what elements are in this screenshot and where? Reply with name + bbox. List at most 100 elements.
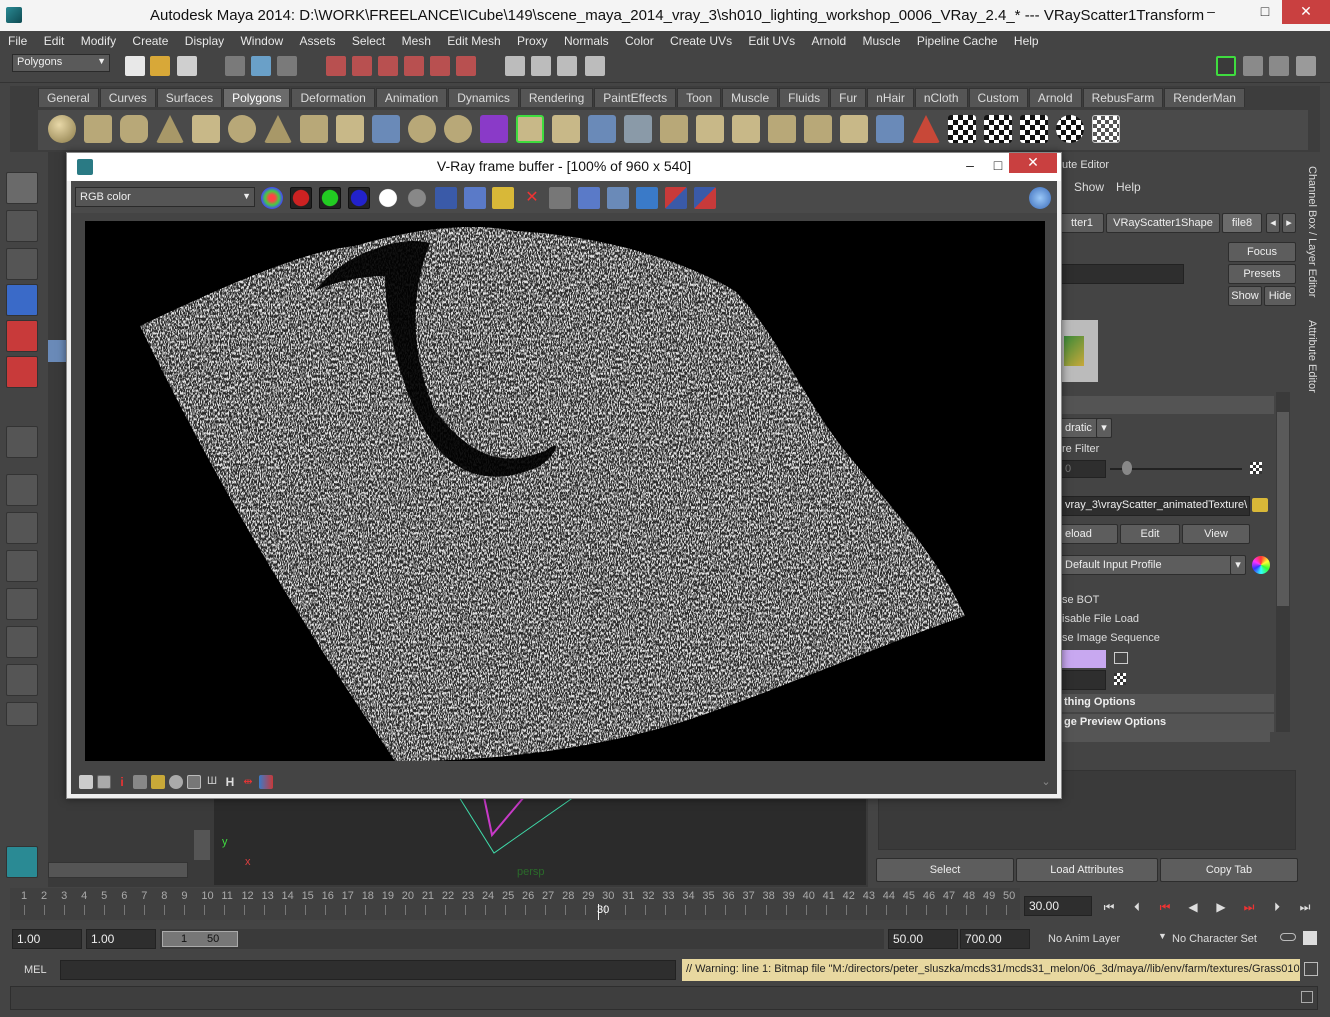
shelf-tab-curves[interactable]: Curves [99, 88, 156, 107]
track-mouse-icon[interactable] [549, 187, 571, 209]
channel-select[interactable]: RGB color ▼ [75, 187, 255, 207]
shelf-tab-fluids[interactable]: Fluids [779, 88, 830, 107]
expand-panel-icon[interactable]: ⌄ [1039, 775, 1053, 789]
color-management-icon[interactable] [1252, 556, 1270, 574]
checker-uv-icon[interactable] [948, 115, 976, 143]
poke-icon[interactable] [804, 115, 832, 143]
select-hierarchy-icon[interactable] [225, 56, 245, 76]
color-swatch[interactable] [1060, 650, 1106, 668]
menu-pipeline-cache[interactable]: Pipeline Cache [909, 31, 1003, 48]
filter-slider-handle[interactable] [1122, 461, 1132, 475]
vfb-close-button[interactable]: ✕ [1009, 153, 1057, 173]
menu-proxy[interactable]: Proxy [509, 31, 553, 48]
new-scene-icon[interactable] [125, 56, 145, 76]
layout-options-icon[interactable] [6, 702, 38, 726]
current-time-field[interactable]: 30.00 [1024, 896, 1092, 916]
shelf-tab-toon[interactable]: Toon [677, 88, 722, 107]
menu-display[interactable]: Display [177, 31, 229, 48]
bridge-icon[interactable] [552, 115, 580, 143]
menu-modify[interactable]: Modify [73, 31, 121, 48]
script-language-toggle[interactable]: MEL [10, 960, 56, 980]
bevel-icon[interactable] [732, 115, 760, 143]
anim-layer-select[interactable]: No Anim Layer [1048, 929, 1158, 949]
step-forward-frame-icon[interactable]: ⏭ [1238, 897, 1260, 917]
shelf-tab-ncloth[interactable]: nCloth [914, 88, 968, 107]
tool-settings-toggle-icon[interactable] [1269, 56, 1289, 76]
playback-start-field[interactable]: 1.00 [86, 929, 156, 949]
time-slider[interactable]: 1 2 3 4 5 6 7 8 9 10 11 12 13 14 15 16 17 18 19 20 21 22 23 24 2… [10, 888, 1020, 920]
shelf-tab-rebusfarm[interactable]: RebusFarm [1082, 88, 1164, 107]
section-filtering-options[interactable]: thing Options [1060, 694, 1274, 712]
key-icon[interactable] [1280, 933, 1296, 941]
ae-menu-show[interactable]: Show [1074, 180, 1104, 194]
color-map-button-icon[interactable] [1114, 652, 1128, 664]
lut-icon[interactable]: Ш [205, 775, 219, 789]
curves-icon[interactable] [151, 775, 165, 789]
insert-edge-loop-icon[interactable] [660, 115, 688, 143]
compare-a-icon[interactable] [665, 187, 687, 209]
shelf-tab-rendering[interactable]: Rendering [519, 88, 594, 107]
reload-button[interactable]: eload [1060, 524, 1118, 544]
ae-vscroll-thumb[interactable] [1277, 412, 1289, 606]
select-surfaces-icon[interactable] [404, 56, 424, 76]
shelf-tab-polygons[interactable]: Polygons [223, 88, 291, 107]
lasso-tool-icon[interactable] [6, 210, 38, 242]
animation-end-field[interactable]: 700.00 [960, 929, 1030, 949]
region-render-icon[interactable] [578, 187, 600, 209]
filter-type-chevron-icon[interactable]: ▾ [1096, 418, 1112, 438]
green-channel-icon[interactable] [319, 187, 341, 209]
poly-cone-icon[interactable] [156, 115, 184, 143]
select-component-icon[interactable] [277, 56, 297, 76]
channel-box-side-tab[interactable]: Channel Box / Layer Editor [1302, 166, 1318, 297]
history-icon[interactable]: H [223, 775, 237, 789]
shelf-tab-dynamics[interactable]: Dynamics [448, 88, 519, 107]
select-button[interactable]: Select [876, 858, 1014, 882]
maximize-button[interactable]: □ [1248, 0, 1282, 24]
shelf-tab-painteffects[interactable]: PaintEffects [594, 88, 677, 107]
close-button[interactable]: ✕ [1282, 0, 1330, 24]
folder-icon[interactable] [1252, 498, 1268, 512]
menu-edit[interactable]: Edit [36, 31, 70, 48]
animation-start-field[interactable]: 1.00 [12, 929, 82, 949]
use-image-sequence-checkbox[interactable]: se Image Sequence [1062, 632, 1160, 644]
menu-normals[interactable]: Normals [556, 31, 614, 48]
select-object-icon[interactable] [251, 56, 271, 76]
menu-assets[interactable]: Assets [292, 31, 341, 48]
merge-icon[interactable] [768, 115, 796, 143]
open-scene-icon[interactable] [150, 56, 170, 76]
anim-layer-chevron-icon[interactable]: ▼ [1158, 931, 1167, 941]
attribute-editor-toggle-icon[interactable] [1243, 56, 1263, 76]
last-tool-icon[interactable] [6, 426, 38, 458]
alpha-map-button-icon[interactable] [1114, 673, 1126, 685]
split-polygon-icon[interactable] [624, 115, 652, 143]
menu-set-select[interactable]: Polygons ▼ [12, 54, 110, 72]
ipr-render-icon[interactable] [557, 56, 577, 76]
custom-layout-icon[interactable] [6, 664, 38, 696]
save-image-icon[interactable] [435, 187, 457, 209]
ae-menu-help[interactable]: Help [1116, 180, 1141, 194]
alpha-channel-icon[interactable] [377, 187, 399, 209]
ae-tab-next-icon[interactable]: ▸ [1282, 213, 1296, 233]
go-to-end-icon[interactable]: ⏭ [1294, 897, 1316, 917]
ae-tab-transform[interactable]: tter1 [1060, 213, 1104, 233]
select-curves-icon[interactable] [378, 56, 398, 76]
alpha-field[interactable] [1060, 670, 1106, 690]
modeling-toolkit-icon[interactable] [1216, 56, 1236, 76]
poly-torus-icon[interactable] [228, 115, 256, 143]
ae-node-name-field[interactable] [1060, 264, 1184, 284]
preferences-icon[interactable] [1303, 931, 1317, 945]
show-corrections-icon[interactable] [79, 775, 93, 789]
clear-image-icon[interactable]: ✕ [521, 187, 543, 209]
select-joints-icon[interactable] [352, 56, 372, 76]
edit-button[interactable]: Edit [1120, 524, 1180, 544]
attribute-editor-side-tab[interactable]: Attribute Editor [1302, 320, 1318, 393]
ae-tab-file[interactable]: file8 [1222, 213, 1262, 233]
disable-file-load-checkbox[interactable]: isable File Load [1062, 613, 1139, 625]
step-forward-key-icon[interactable]: ⏵ [1266, 897, 1288, 917]
hypershade-layout-icon[interactable] [6, 626, 38, 658]
menu-edit-mesh[interactable]: Edit Mesh [439, 31, 505, 48]
uv-editor-icon[interactable] [876, 115, 904, 143]
lens-effects-icon[interactable] [259, 775, 273, 789]
separate-icon[interactable] [372, 115, 400, 143]
step-back-frame-icon[interactable]: ⏮ [1154, 897, 1176, 917]
